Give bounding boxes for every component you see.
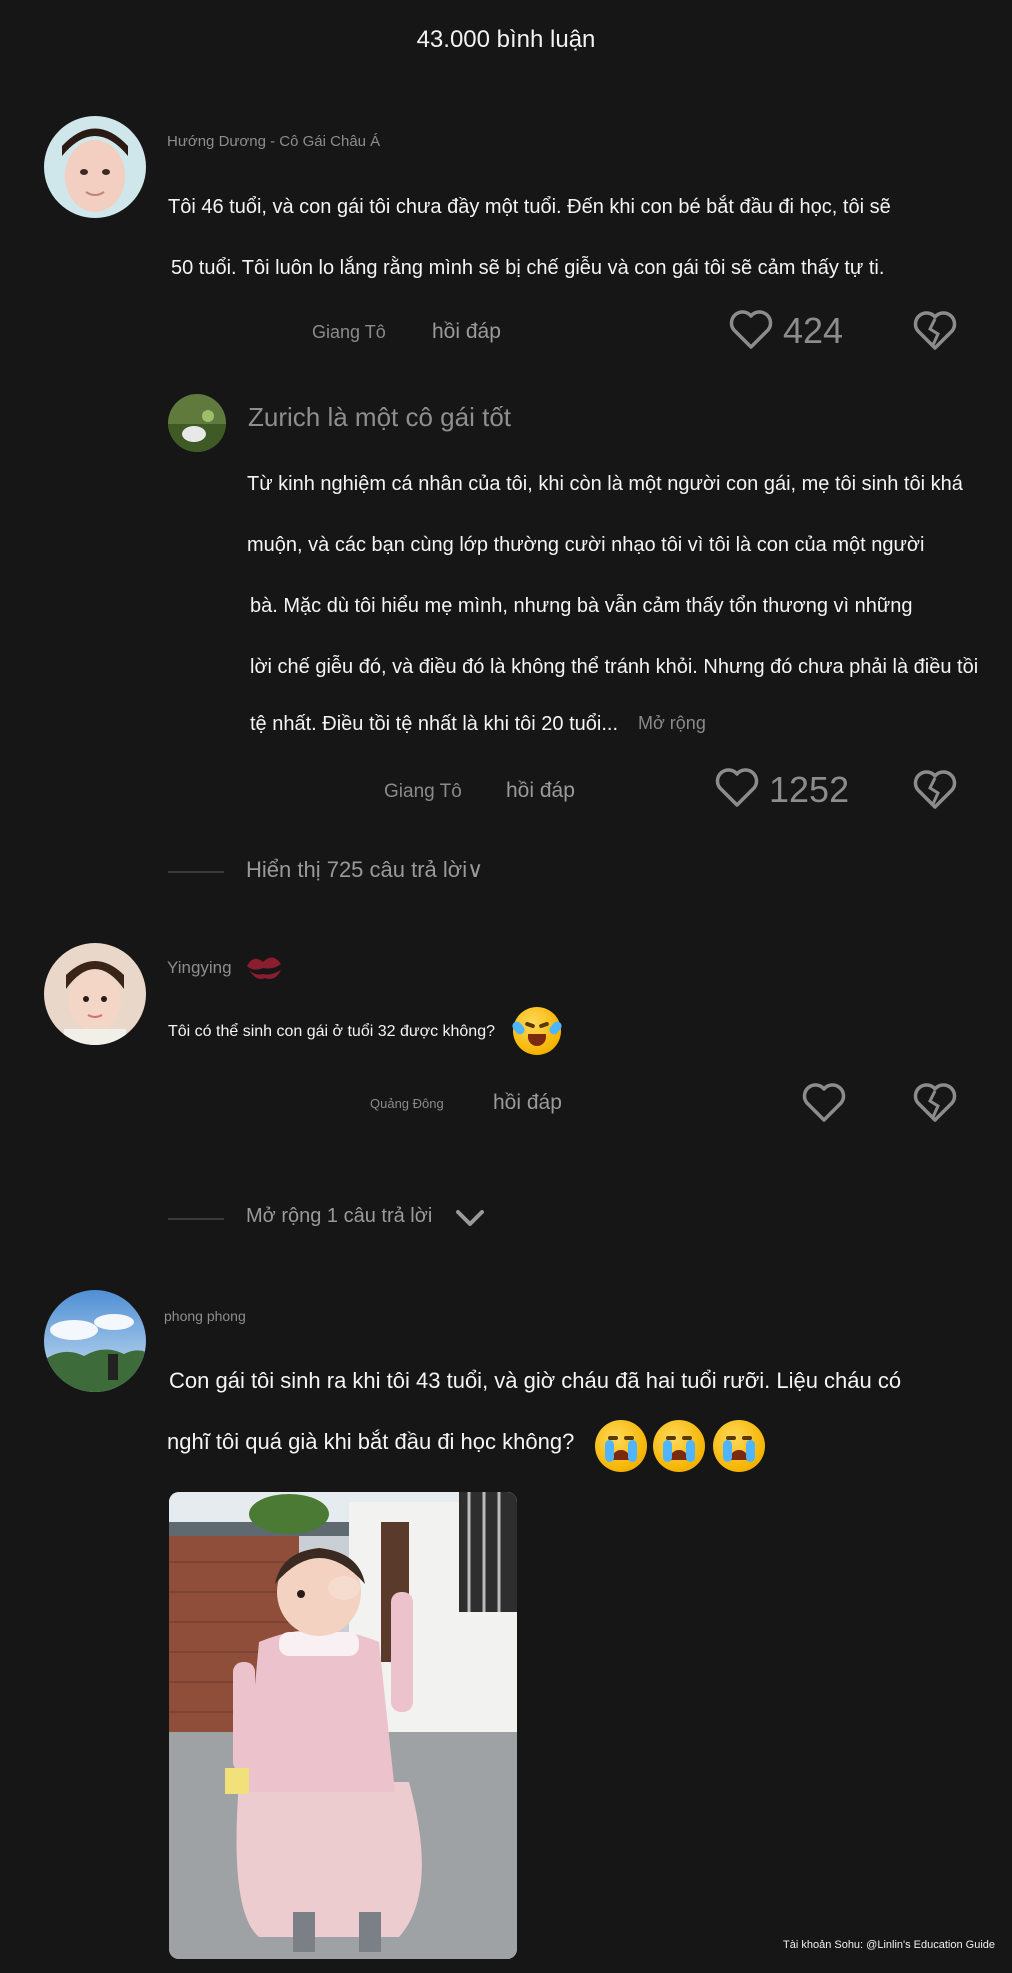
username[interactable]: Yingying xyxy=(167,958,232,978)
location-label: Quảng Đông xyxy=(370,1096,444,1111)
attached-photo[interactable] xyxy=(169,1492,517,1959)
expand-text-link[interactable]: Mở rộng xyxy=(638,713,706,734)
divider xyxy=(168,871,224,873)
chevron-down-icon[interactable] xyxy=(454,1208,486,1233)
comment-text-line: nghĩ tôi quá già khi bắt đầu đi học khôn… xyxy=(167,1429,575,1454)
reply-text-line: Từ kinh nghiệm cá nhân của tôi, khi còn … xyxy=(247,473,963,495)
username[interactable]: Hướng Dương - Cô Gái Châu Á xyxy=(167,133,380,150)
reply-text-line: lời chế giễu đó, và điều đó là không thể… xyxy=(250,656,979,678)
broken-heart-icon[interactable] xyxy=(913,1082,957,1127)
heart-icon[interactable] xyxy=(802,1082,846,1127)
expand-replies-button[interactable]: Mở rộng 1 câu trả lời xyxy=(246,1205,432,1228)
watermark: Tài khoản Sohu: @Linlin's Education Guid… xyxy=(783,1939,996,1951)
crying-emoji-icon xyxy=(713,1420,765,1477)
reply-text-line: muộn, và các bạn cùng lớp thường cười nh… xyxy=(247,534,925,556)
location-label: Giang Tô xyxy=(384,781,462,802)
heart-icon[interactable] xyxy=(715,767,759,812)
comments-count-title: 43.000 bình luận xyxy=(416,26,596,53)
comment-text-line: 50 tuổi. Tôi luôn lo lắng rằng mình sẽ b… xyxy=(171,257,885,279)
avatar[interactable] xyxy=(44,116,146,218)
heart-icon[interactable] xyxy=(729,309,773,354)
avatar[interactable] xyxy=(44,943,146,1045)
location-label: Giang Tô xyxy=(312,322,386,342)
avatar[interactable] xyxy=(44,1290,146,1392)
divider xyxy=(168,1218,224,1220)
avatar[interactable] xyxy=(168,394,226,452)
reply-text-line: tệ nhất. Điều tồi tệ nhất là khi tôi 20 … xyxy=(250,713,619,735)
comment-text-line: Tôi 46 tuổi, và con gái tôi chưa đầy một… xyxy=(168,196,891,218)
crying-emoji-icon xyxy=(653,1420,705,1477)
broken-heart-icon[interactable] xyxy=(913,769,957,814)
laughing-crying-emoji-icon xyxy=(510,1007,564,1060)
reply-button[interactable]: hồi đáp xyxy=(506,779,575,803)
crying-emoji-icon xyxy=(595,1420,647,1477)
kiss-mark-icon xyxy=(243,948,285,993)
like-count: 424 xyxy=(783,310,844,351)
reply-text-line: bà. Mặc dù tôi hiểu mẹ mình, nhưng bà vẫ… xyxy=(250,595,913,617)
show-replies-button[interactable]: Hiển thị 725 câu trả lời∨ xyxy=(246,857,483,883)
comment-text: Tôi có thể sinh con gái ở tuổi 32 được k… xyxy=(168,1023,495,1040)
reply-button[interactable]: hồi đáp xyxy=(493,1091,562,1115)
reply-button[interactable]: hồi đáp xyxy=(432,320,501,344)
username[interactable]: phong phong xyxy=(164,1308,246,1324)
reply-username[interactable]: Zurich là một cô gái tốt xyxy=(248,402,511,433)
like-count: 1252 xyxy=(769,769,850,810)
broken-heart-icon[interactable] xyxy=(913,310,957,355)
comment-text-line: Con gái tôi sinh ra khi tôi 43 tuổi, và … xyxy=(169,1368,902,1393)
